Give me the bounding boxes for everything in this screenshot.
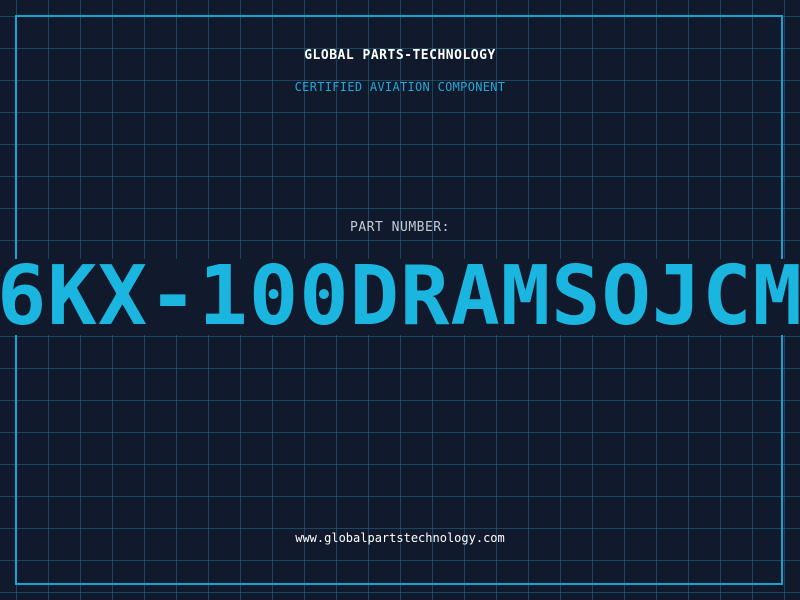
website-url: www.globalpartstechnology.com [295,531,505,545]
part-number-value: 856KX-100DRAMSOJCMOK [0,259,800,335]
part-number-label: PART NUMBER: [350,220,450,235]
part-number-band: 856KX-100DRAMSOJCMOK [0,259,800,335]
certification-subtitle: CERTIFIED AVIATION COMPONENT [294,80,506,94]
company-name: GLOBAL PARTS-TECHNOLOGY [304,48,496,63]
